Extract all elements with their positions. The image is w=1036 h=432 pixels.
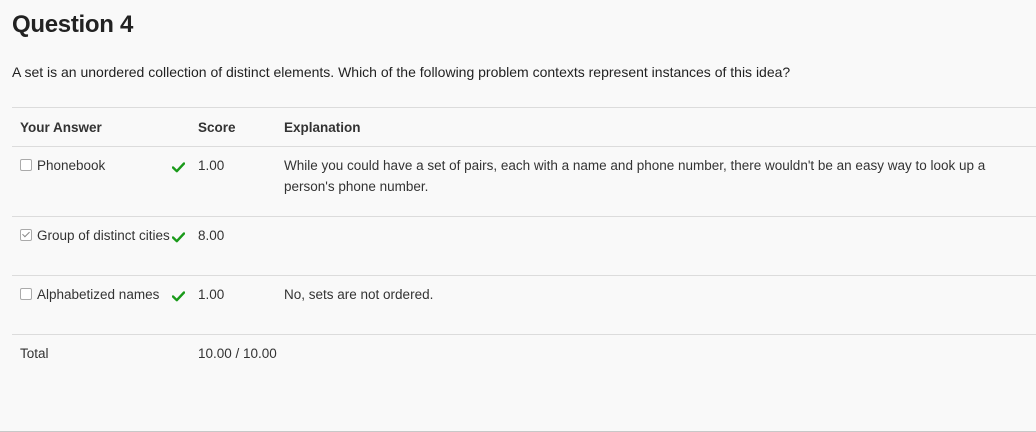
header-explanation: Explanation — [284, 107, 1036, 147]
explanation-text: No, sets are not ordered. — [284, 287, 434, 302]
mark-cell — [171, 216, 198, 276]
score-cell: 1.00 — [198, 146, 284, 217]
total-score: 10.00 / 10.00 — [198, 346, 277, 361]
score-value: 1.00 — [198, 158, 225, 173]
mark-cell — [171, 275, 198, 335]
answer-label: Group of distinct cities — [37, 228, 170, 243]
header-score: Score — [198, 107, 284, 147]
answer-label: Phonebook — [37, 158, 106, 173]
explanation-cell — [284, 334, 1036, 425]
answer-cell: Group of distinct cities — [12, 216, 172, 276]
header-mark — [172, 107, 198, 147]
answer-checkbox — [20, 159, 32, 171]
question-title: Question 4 — [12, 11, 134, 38]
answer-label: Alphabetized names — [37, 287, 160, 302]
score-cell: 1.00 — [198, 275, 284, 335]
check-icon — [171, 228, 186, 249]
explanation-text — [284, 217, 1036, 234]
table-header-row: Your Answer Score Explanation — [12, 107, 1036, 147]
explanation-text: While you could have a set of pairs, eac… — [284, 158, 986, 194]
quiz-results-page: Question 4 A set is an unordered collect… — [0, 0, 1036, 432]
answer-checkbox-checked — [20, 229, 32, 241]
header-your-answer: Your Answer — [12, 107, 172, 147]
mark-cell — [172, 334, 198, 425]
explanation-cell: While you could have a set of pairs, eac… — [284, 146, 1036, 217]
results-table: Your Answer Score Explanation Phonebook — [12, 107, 1036, 425]
answer-checkbox — [20, 288, 32, 300]
answer-cell: Phonebook — [12, 146, 172, 217]
score-cell: 8.00 — [198, 216, 284, 276]
total-label: Total — [20, 346, 49, 361]
table-row: Alphabetized names 1.00 No, sets are not… — [12, 275, 1036, 335]
question-text: A set is an unordered collection of dist… — [12, 64, 791, 80]
explanation-cell: No, sets are not ordered. — [284, 275, 1036, 335]
score-value: 8.00 — [198, 228, 225, 243]
check-icon — [171, 287, 186, 308]
total-label-cell: Total — [12, 334, 172, 425]
total-score-cell: 10.00 / 10.00 — [198, 334, 284, 425]
table-row: Group of distinct cities 8.00 — [12, 216, 1036, 276]
table-row: Phonebook 1.00 While you could have a se… — [12, 146, 1036, 217]
explanation-cell — [284, 216, 1036, 276]
total-row: Total 10.00 / 10.00 — [12, 334, 1036, 425]
check-icon — [171, 158, 186, 179]
score-value: 1.00 — [198, 287, 225, 302]
mark-cell — [171, 146, 198, 217]
answer-cell: Alphabetized names — [12, 275, 172, 335]
